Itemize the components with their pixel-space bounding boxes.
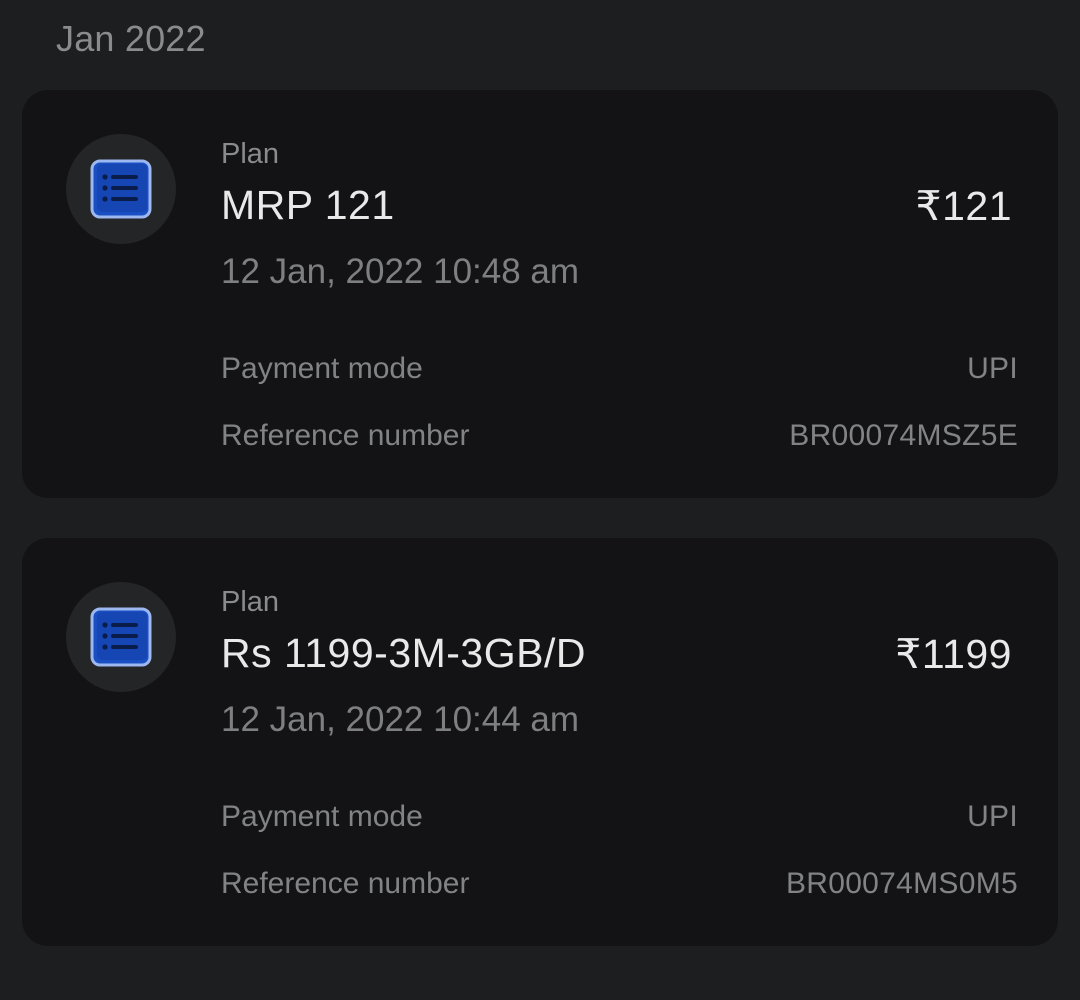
plan-icon-container bbox=[66, 134, 176, 244]
plan-caption: Plan bbox=[221, 138, 280, 170]
reference-number-label: Reference number bbox=[221, 867, 470, 900]
payment-mode-label: Payment mode bbox=[221, 800, 423, 833]
payment-mode-value: UPI bbox=[967, 352, 1018, 385]
payment-mode-value: UPI bbox=[967, 800, 1018, 833]
transaction-card[interactable]: Plan MRP 121 ₹121 12 Jan, 2022 10:48 am … bbox=[22, 90, 1058, 498]
payment-mode-label: Payment mode bbox=[221, 352, 423, 385]
reference-number-value: BR00074MS0M5 bbox=[785, 867, 1018, 900]
reference-number-value: BR00074MSZ5E bbox=[789, 419, 1018, 452]
amount: ₹121 bbox=[915, 183, 1012, 229]
timestamp: 12 Jan, 2022 10:44 am bbox=[221, 700, 580, 739]
plan-caption: Plan bbox=[221, 586, 280, 618]
plan-icon-container bbox=[66, 582, 176, 692]
month-header: Jan 2022 bbox=[56, 18, 206, 59]
amount: ₹1199 bbox=[895, 631, 1012, 677]
timestamp: 12 Jan, 2022 10:48 am bbox=[221, 252, 580, 291]
list-icon bbox=[90, 607, 152, 667]
plan-name: Rs 1199-3M-3GB/D bbox=[221, 630, 586, 676]
list-icon bbox=[90, 159, 152, 219]
transaction-card[interactable]: Plan Rs 1199-3M-3GB/D ₹1199 12 Jan, 2022… bbox=[22, 538, 1058, 946]
plan-name: MRP 121 bbox=[221, 182, 395, 228]
reference-number-label: Reference number bbox=[221, 419, 470, 452]
